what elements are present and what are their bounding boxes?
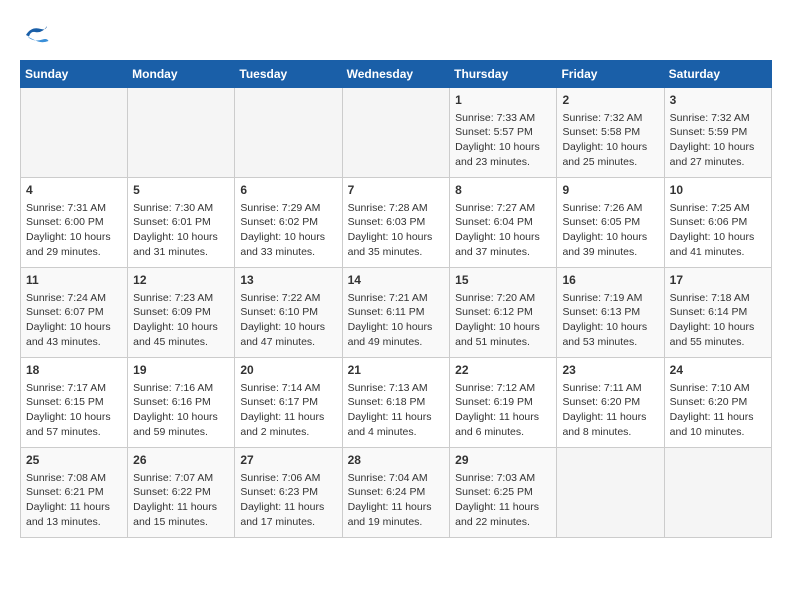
calendar-cell: 22Sunrise: 7:12 AMSunset: 6:19 PMDayligh…: [450, 358, 557, 448]
day-number: 5: [133, 182, 229, 199]
day-number: 6: [240, 182, 336, 199]
day-number: 25: [26, 452, 122, 469]
calendar-week-row: 25Sunrise: 7:08 AMSunset: 6:21 PMDayligh…: [21, 448, 772, 538]
day-number: 3: [670, 92, 766, 109]
day-number: 18: [26, 362, 122, 379]
column-header-friday: Friday: [557, 61, 664, 88]
calendar-cell: 11Sunrise: 7:24 AMSunset: 6:07 PMDayligh…: [21, 268, 128, 358]
calendar-cell: [557, 448, 664, 538]
calendar-cell: 2Sunrise: 7:32 AMSunset: 5:58 PMDaylight…: [557, 88, 664, 178]
calendar-cell: [235, 88, 342, 178]
calendar-cell: 3Sunrise: 7:32 AMSunset: 5:59 PMDaylight…: [664, 88, 771, 178]
calendar-cell: 6Sunrise: 7:29 AMSunset: 6:02 PMDaylight…: [235, 178, 342, 268]
calendar-cell: 9Sunrise: 7:26 AMSunset: 6:05 PMDaylight…: [557, 178, 664, 268]
calendar-cell: 13Sunrise: 7:22 AMSunset: 6:10 PMDayligh…: [235, 268, 342, 358]
day-number: 4: [26, 182, 122, 199]
calendar-cell: 14Sunrise: 7:21 AMSunset: 6:11 PMDayligh…: [342, 268, 450, 358]
day-number: 23: [562, 362, 658, 379]
column-header-monday: Monday: [128, 61, 235, 88]
calendar-cell: 23Sunrise: 7:11 AMSunset: 6:20 PMDayligh…: [557, 358, 664, 448]
day-number: 1: [455, 92, 551, 109]
calendar-cell: 19Sunrise: 7:16 AMSunset: 6:16 PMDayligh…: [128, 358, 235, 448]
calendar-cell: 4Sunrise: 7:31 AMSunset: 6:00 PMDaylight…: [21, 178, 128, 268]
calendar-cell: 25Sunrise: 7:08 AMSunset: 6:21 PMDayligh…: [21, 448, 128, 538]
column-header-sunday: Sunday: [21, 61, 128, 88]
day-number: 16: [562, 272, 658, 289]
calendar-cell: [128, 88, 235, 178]
calendar-cell: 28Sunrise: 7:04 AMSunset: 6:24 PMDayligh…: [342, 448, 450, 538]
day-number: 14: [348, 272, 445, 289]
day-number: 29: [455, 452, 551, 469]
column-header-saturday: Saturday: [664, 61, 771, 88]
day-number: 22: [455, 362, 551, 379]
column-header-tuesday: Tuesday: [235, 61, 342, 88]
logo: [20, 20, 54, 50]
calendar-cell: 29Sunrise: 7:03 AMSunset: 6:25 PMDayligh…: [450, 448, 557, 538]
day-number: 24: [670, 362, 766, 379]
calendar-week-row: 4Sunrise: 7:31 AMSunset: 6:00 PMDaylight…: [21, 178, 772, 268]
calendar-cell: 16Sunrise: 7:19 AMSunset: 6:13 PMDayligh…: [557, 268, 664, 358]
calendar-cell: 15Sunrise: 7:20 AMSunset: 6:12 PMDayligh…: [450, 268, 557, 358]
day-number: 10: [670, 182, 766, 199]
day-number: 21: [348, 362, 445, 379]
day-number: 8: [455, 182, 551, 199]
calendar-week-row: 1Sunrise: 7:33 AMSunset: 5:57 PMDaylight…: [21, 88, 772, 178]
day-number: 26: [133, 452, 229, 469]
calendar-table: SundayMondayTuesdayWednesdayThursdayFrid…: [20, 60, 772, 538]
calendar-cell: 7Sunrise: 7:28 AMSunset: 6:03 PMDaylight…: [342, 178, 450, 268]
calendar-cell: 27Sunrise: 7:06 AMSunset: 6:23 PMDayligh…: [235, 448, 342, 538]
calendar-cell: 26Sunrise: 7:07 AMSunset: 6:22 PMDayligh…: [128, 448, 235, 538]
day-number: 2: [562, 92, 658, 109]
calendar-cell: 1Sunrise: 7:33 AMSunset: 5:57 PMDaylight…: [450, 88, 557, 178]
calendar-cell: 12Sunrise: 7:23 AMSunset: 6:09 PMDayligh…: [128, 268, 235, 358]
day-number: 20: [240, 362, 336, 379]
day-number: 15: [455, 272, 551, 289]
day-number: 27: [240, 452, 336, 469]
calendar-cell: 21Sunrise: 7:13 AMSunset: 6:18 PMDayligh…: [342, 358, 450, 448]
calendar-cell: [664, 448, 771, 538]
column-header-thursday: Thursday: [450, 61, 557, 88]
day-number: 7: [348, 182, 445, 199]
day-number: 28: [348, 452, 445, 469]
calendar-cell: 20Sunrise: 7:14 AMSunset: 6:17 PMDayligh…: [235, 358, 342, 448]
page-header: [20, 20, 772, 50]
calendar-cell: 18Sunrise: 7:17 AMSunset: 6:15 PMDayligh…: [21, 358, 128, 448]
calendar-cell: 17Sunrise: 7:18 AMSunset: 6:14 PMDayligh…: [664, 268, 771, 358]
calendar-week-row: 18Sunrise: 7:17 AMSunset: 6:15 PMDayligh…: [21, 358, 772, 448]
day-number: 17: [670, 272, 766, 289]
calendar-week-row: 11Sunrise: 7:24 AMSunset: 6:07 PMDayligh…: [21, 268, 772, 358]
day-number: 9: [562, 182, 658, 199]
day-number: 13: [240, 272, 336, 289]
calendar-body: 1Sunrise: 7:33 AMSunset: 5:57 PMDaylight…: [21, 88, 772, 538]
day-number: 19: [133, 362, 229, 379]
day-number: 11: [26, 272, 122, 289]
calendar-cell: 24Sunrise: 7:10 AMSunset: 6:20 PMDayligh…: [664, 358, 771, 448]
day-number: 12: [133, 272, 229, 289]
calendar-cell: 5Sunrise: 7:30 AMSunset: 6:01 PMDaylight…: [128, 178, 235, 268]
calendar-cell: 10Sunrise: 7:25 AMSunset: 6:06 PMDayligh…: [664, 178, 771, 268]
calendar-cell: [342, 88, 450, 178]
calendar-header-row: SundayMondayTuesdayWednesdayThursdayFrid…: [21, 61, 772, 88]
logo-icon: [20, 20, 50, 50]
calendar-cell: [21, 88, 128, 178]
calendar-cell: 8Sunrise: 7:27 AMSunset: 6:04 PMDaylight…: [450, 178, 557, 268]
column-header-wednesday: Wednesday: [342, 61, 450, 88]
